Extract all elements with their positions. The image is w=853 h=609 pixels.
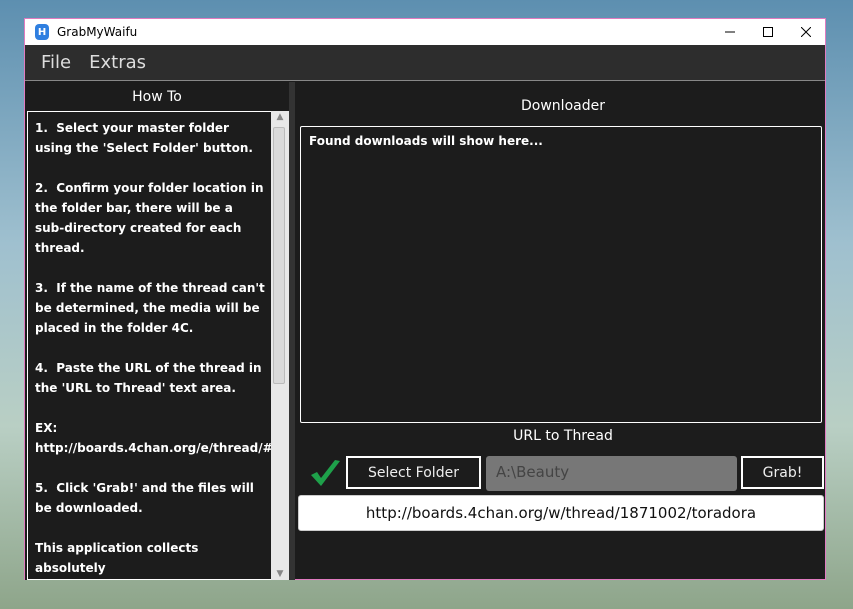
- url-label: URL to Thread: [513, 428, 613, 444]
- grab-button[interactable]: Grab!: [741, 456, 824, 489]
- downloads-list[interactable]: Found downloads will show here...: [300, 126, 822, 423]
- thread-url-input[interactable]: http://boards.4chan.org/w/thread/1871002…: [298, 495, 824, 531]
- checkmark-icon: [311, 460, 340, 486]
- title-bar: H GrabMyWaifu: [25, 19, 825, 45]
- downloader-heading: Downloader: [521, 98, 605, 114]
- window-title: GrabMyWaifu: [57, 25, 138, 39]
- downloader-panel: Downloader Found downloads will show her…: [295, 82, 825, 580]
- scroll-thumb[interactable]: [273, 127, 285, 384]
- menu-bar: File Extras: [25, 45, 825, 81]
- maximize-button[interactable]: [749, 19, 787, 45]
- app-icon: H: [35, 24, 49, 40]
- close-button[interactable]: [787, 19, 825, 45]
- minimize-button[interactable]: [711, 19, 749, 45]
- menu-extras[interactable]: Extras: [89, 52, 146, 73]
- folder-path-field[interactable]: A:\Beauty: [486, 456, 737, 491]
- app-window: H GrabMyWaifu File Extras How To 1. Sele…: [24, 18, 826, 580]
- menu-file[interactable]: File: [41, 52, 71, 73]
- scroll-down-icon[interactable]: ▼: [271, 569, 289, 579]
- downloads-placeholder: Found downloads will show here...: [309, 134, 543, 148]
- scrollbar[interactable]: ▲ ▼: [271, 111, 289, 580]
- scroll-up-icon[interactable]: ▲: [271, 112, 289, 122]
- howto-heading: How To: [132, 89, 182, 105]
- select-folder-button[interactable]: Select Folder: [346, 456, 481, 489]
- howto-panel: How To 1. Select your master folder usin…: [25, 82, 289, 580]
- howto-text[interactable]: 1. Select your master folder using the '…: [27, 111, 273, 580]
